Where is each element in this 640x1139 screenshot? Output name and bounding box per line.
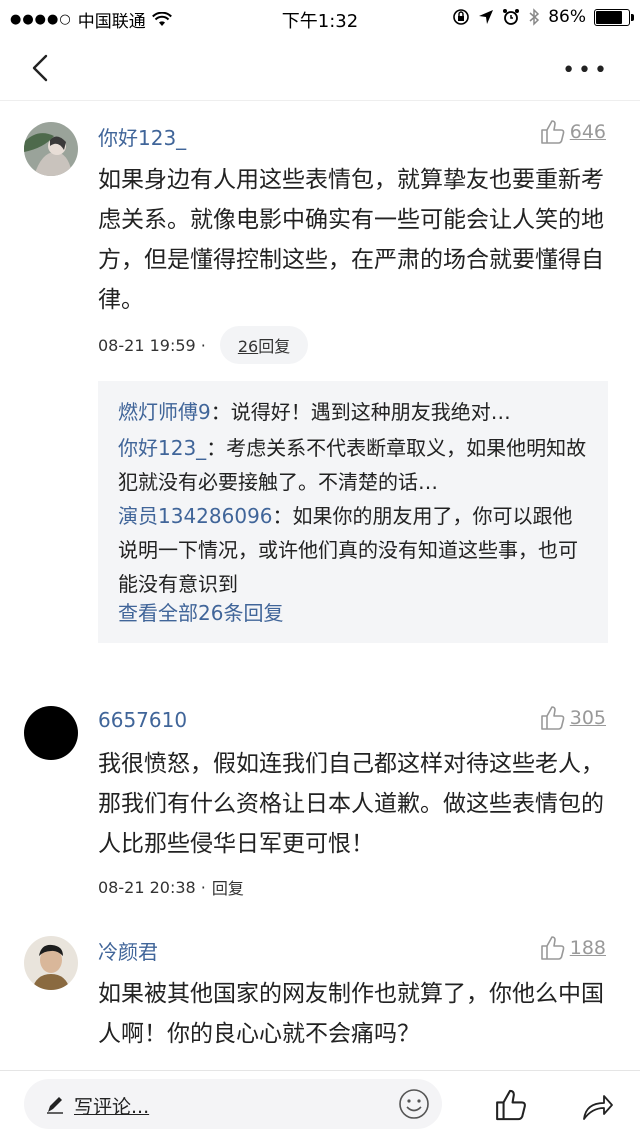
bottom-bar: 写评论... xyxy=(0,1070,640,1139)
reply-username[interactable]: 你好123_ xyxy=(118,436,206,460)
like-count: 646 xyxy=(569,121,606,143)
thumbs-up-icon xyxy=(540,120,565,144)
chevron-left-icon[interactable] xyxy=(24,50,60,86)
avatar[interactable] xyxy=(24,936,78,990)
thumbs-up-icon xyxy=(540,936,565,960)
status-bar: ●●●●○ 中国联通 下午1:32 86% xyxy=(0,0,640,36)
thumbs-up-icon xyxy=(540,706,565,730)
avatar[interactable] xyxy=(24,706,78,760)
like-button[interactable]: 646 xyxy=(538,118,606,146)
reply-text: ：说得好！遇到这种朋友我绝对… xyxy=(210,400,511,424)
reply-button[interactable]: 回复 xyxy=(212,875,244,899)
comment-text: 如果被其他国家的网友制作也就算了，你他么中国人啊！你的良心心就不会痛吗？ xyxy=(98,981,604,1047)
reply-button[interactable]: 26回复 xyxy=(219,326,309,364)
reply-item[interactable]: 你好123_：考虑关系不代表断章取义，如果他明知故犯就没有必要接触了。不清楚的话… xyxy=(118,431,588,499)
like-button[interactable]: 188 xyxy=(538,934,606,962)
pen-icon xyxy=(47,1097,63,1114)
reply-label: 回复 xyxy=(258,337,291,356)
battery-icon xyxy=(594,8,634,26)
comment-text: 我很愤怒，假如连我们自己都这样对待这些老人，那我们有什么资格让日本人道歉。做这些… xyxy=(98,751,604,857)
share-icon[interactable] xyxy=(580,1089,614,1123)
status-right: 86% xyxy=(452,7,634,27)
nav-bar: ••• xyxy=(0,36,640,101)
like-count: 305 xyxy=(569,707,606,729)
comment-text: 如果身边有人用这些表情包，就算挚友也要重新考虑关系。就像电影中确实有一些可能会让… xyxy=(98,167,604,313)
username[interactable]: 冷颜君 xyxy=(98,936,158,965)
comment-time: 08-21 19:59 · xyxy=(98,335,206,355)
emoji-icon[interactable] xyxy=(396,1086,432,1122)
like-count: 188 xyxy=(569,937,606,959)
thumbs-up-icon[interactable] xyxy=(492,1087,528,1123)
view-all-replies-link[interactable]: 查看全部26条回复 xyxy=(118,597,283,626)
bluetooth-icon xyxy=(529,8,540,26)
reply-count: 26 xyxy=(237,337,259,356)
orientation-lock-icon xyxy=(453,9,470,25)
comment-meta: 08-21 20:38 · 回复 xyxy=(98,875,244,899)
reply-username[interactable]: 演员134286096 xyxy=(118,504,273,528)
comment-meta: 08-21 19:59 · 26回复 xyxy=(98,326,309,364)
username[interactable]: 你好123_ xyxy=(98,122,186,151)
alarm-icon xyxy=(503,9,520,25)
like-button[interactable]: 305 xyxy=(538,704,606,732)
comment-placeholder: 写评论... xyxy=(74,1096,150,1118)
reply-username[interactable]: 燃灯师傅9 xyxy=(118,400,211,424)
location-icon xyxy=(479,10,494,24)
comment-time: 08-21 20:38 · xyxy=(98,877,206,897)
more-dots-icon[interactable]: ••• xyxy=(562,58,610,83)
avatar[interactable] xyxy=(24,122,78,176)
replies-box: 燃灯师傅9：说得好！遇到这种朋友我绝对… 你好123_：考虑关系不代表断章取义，… xyxy=(98,381,608,643)
reply-item[interactable]: 燃灯师傅9：说得好！遇到这种朋友我绝对… xyxy=(118,395,588,429)
reply-item[interactable]: 演员134286096：如果你的朋友用了，你可以跟他说明一下情况，或许他们真的没… xyxy=(118,499,588,601)
comment-input[interactable]: 写评论... xyxy=(24,1079,442,1129)
username[interactable]: 6657610 xyxy=(98,708,187,732)
battery-percent: 86% xyxy=(548,7,586,27)
